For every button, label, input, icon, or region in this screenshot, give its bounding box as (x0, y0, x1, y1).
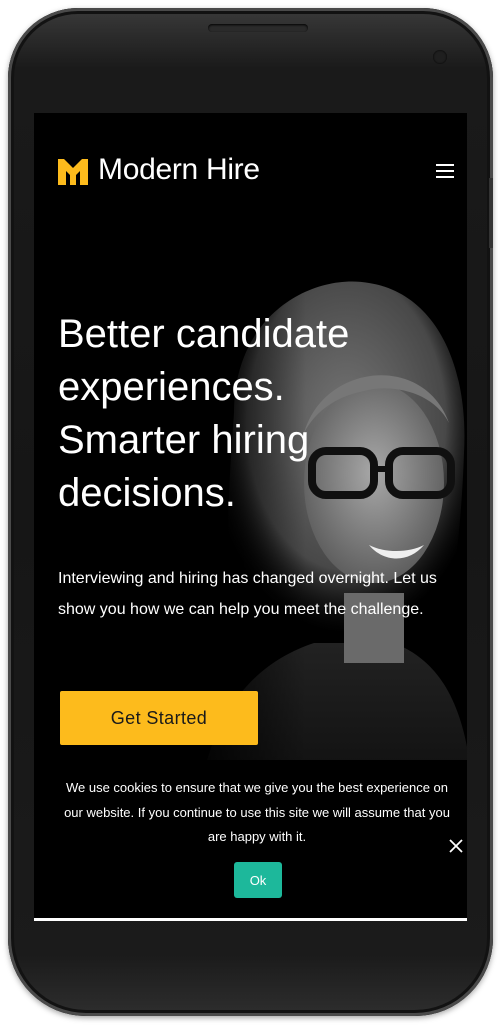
headline-line: decisions. (58, 471, 236, 515)
cookie-banner: We use cookies to ensure that we give yo… (34, 760, 467, 921)
cookie-ok-button[interactable]: Ok (234, 862, 282, 898)
hamburger-menu-icon[interactable] (434, 161, 458, 181)
headline-line: Better candidate (58, 312, 350, 356)
cookie-message: We use cookies to ensure that we give yo… (64, 780, 450, 844)
site-header: Modern Hire (34, 113, 467, 223)
phone-side-button (489, 178, 493, 248)
phone-device-frame: Modern Hire Better candidate experiences… (8, 8, 493, 1016)
get-started-button[interactable]: Get Started (60, 691, 258, 745)
headline-line: Smarter hiring (58, 418, 310, 462)
headline-line: experiences. (58, 365, 285, 409)
close-icon[interactable] (447, 837, 465, 855)
hero-subtext: Interviewing and hiring has changed over… (58, 570, 437, 618)
phone-screen: Modern Hire Better candidate experiences… (34, 113, 467, 921)
modern-hire-logo-icon[interactable] (58, 157, 88, 185)
brand-name[interactable]: Modern Hire (98, 153, 260, 187)
phone-speaker (208, 24, 308, 32)
hero-headline: Better candidate experiences. Smarter hi… (58, 308, 458, 520)
phone-camera (433, 50, 447, 64)
